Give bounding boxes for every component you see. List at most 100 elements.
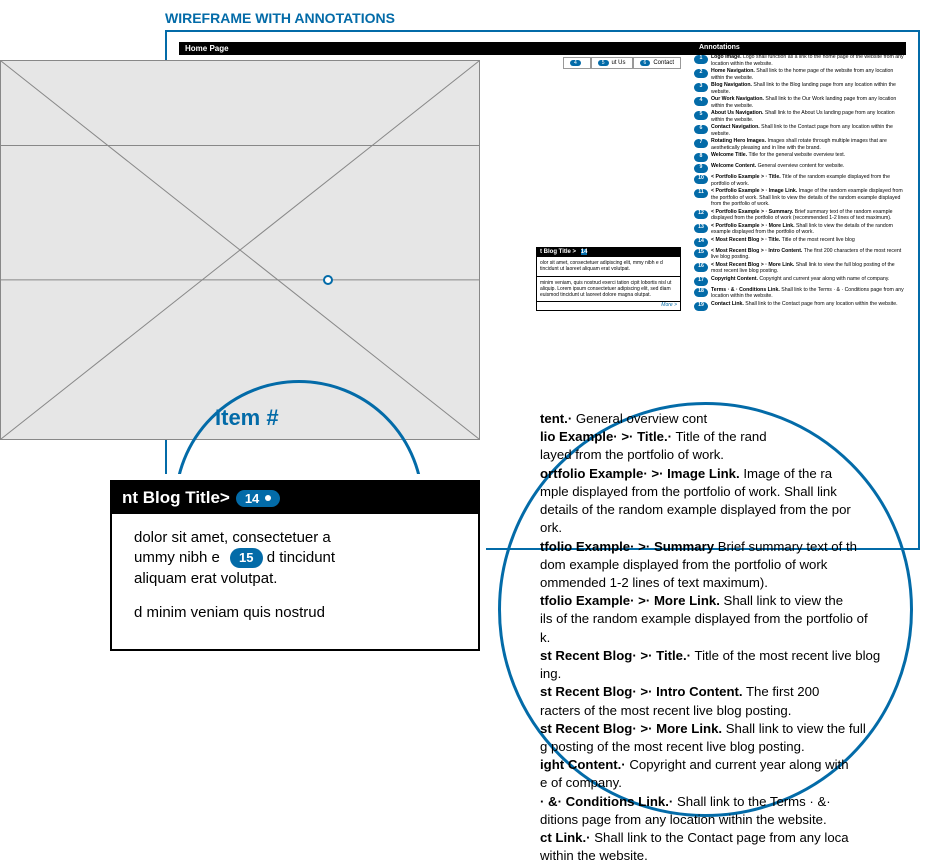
annotation-badge: 7	[694, 139, 708, 148]
annotation-badge-14: 14	[236, 490, 280, 507]
nav-item[interactable]: 5ut Us	[591, 57, 633, 69]
zoom-annotation-line: e of company.	[540, 774, 910, 792]
blog-line3: aliquam erat volutpat.	[134, 569, 456, 589]
zoom-annotation-line: ommended 1-2 lines of text maximum).	[540, 574, 910, 592]
annotation-badge: 4	[694, 97, 708, 106]
annotation-badge: 8	[694, 153, 708, 162]
zoom-annotation-line: tfolio Example· >· More Link. Shall link…	[540, 592, 910, 610]
mini-blog-p2: minim veniam, quis nostrud exerci tation…	[536, 277, 681, 303]
annotation-text: < Portfolio Example > · More Link. Shall…	[711, 223, 904, 236]
annotations-title: Annotations	[694, 42, 904, 53]
annotation-row: 16< Most Recent Blog > · More Link. Shal…	[694, 262, 904, 275]
section-heading: WIREFRAME WITH ANNOTATIONS	[165, 10, 395, 26]
annotation-zoom-text: tent.· General overview contlio Example·…	[540, 410, 910, 865]
annotation-row: 13< Portfolio Example > · More Link. Sha…	[694, 223, 904, 236]
annotation-row: 11< Portfolio Example > · Image Link. Im…	[694, 188, 904, 208]
annotation-text: Home Navigation. Shall link to the home …	[711, 68, 904, 81]
zoom-annotation-line: k.	[540, 629, 910, 647]
zoom-annotation-line: ils of the random example displayed from…	[540, 610, 910, 628]
zoom-annotation-line: racters of the most recent live blog pos…	[540, 702, 910, 720]
annotation-text: < Portfolio Example > · Image Link. Imag…	[711, 188, 904, 208]
zoom-annotation-line: within the website.	[540, 847, 910, 865]
zoom-annotation-line: dom example displayed from the portfolio…	[540, 556, 910, 574]
zoom-annotation-line: g posting of the most recent live blog p…	[540, 738, 910, 756]
annotation-badge-15: 15	[230, 548, 262, 568]
nav-item[interactable]: 6Contact	[633, 57, 681, 69]
annotation-text: Logo Image. Logo shall function as a lin…	[711, 54, 904, 67]
mini-blog-title: t Blog Title > 14	[536, 247, 681, 257]
annotation-row: 10< Portfolio Example > · Title. Title o…	[694, 174, 904, 187]
zoom-annotation-line: tfolio Example· >· Summary Brief summary…	[540, 538, 910, 556]
zoom-annotation-line: ing.	[540, 665, 910, 683]
annotation-badge: 5	[694, 111, 708, 120]
nav-item[interactable]: 4	[563, 57, 591, 69]
blog-card-zoom: nt Blog Title> 14 dolor sit amet, consec…	[110, 480, 480, 651]
mini-blog-text: olor sit amet, consectetuer adipiscing e…	[536, 257, 681, 277]
annotation-text: Copyright Content. Copyright and current…	[711, 276, 904, 286]
zoom-annotation-line: ortfolio Example· >· Image Link. Image o…	[540, 465, 910, 483]
annotation-row: 8Welcome Title. Title for the general we…	[694, 152, 904, 162]
annotation-badge: 16	[694, 263, 708, 272]
blog-card-header: nt Blog Title> 14	[112, 482, 478, 514]
annotation-badge: 10	[694, 175, 708, 184]
annotation-badge: 2	[694, 69, 708, 78]
annotation-text: Blog Navigation. Shall link to the Blog …	[711, 82, 904, 95]
annotation-row: 6Contact Navigation. Shall link to the C…	[694, 124, 904, 137]
annotation-badge: 11	[694, 189, 708, 198]
zoom-annotation-line: ct Link.· Shall link to the Contact page…	[540, 829, 910, 847]
annotation-badge: 14	[694, 238, 708, 247]
zoom-annotation-line: st Recent Blog· >· More Link. Shall link…	[540, 720, 910, 738]
annotation-text: Contact Navigation. Shall link to the Co…	[711, 124, 904, 137]
annotation-badge: 6	[694, 125, 708, 134]
zoom-annotation-line: ight Content.· Copyright and current yea…	[540, 756, 910, 774]
blog-line1: dolor sit amet, consectetuer a	[134, 528, 456, 548]
annotation-row: 4Our Work Navigation. Shall link to the …	[694, 96, 904, 109]
zoom-annotation-line: lio Example· >· Title.· Title of the ran…	[540, 428, 910, 446]
zoom-annotation-line: tent.· General overview cont	[540, 410, 910, 428]
annotation-text: Rotating Hero Images. Images shall rotat…	[711, 138, 904, 151]
annotation-badge: 15	[694, 249, 708, 258]
annotation-row: 19Contact Link. Shall link to the Contac…	[694, 301, 904, 311]
annotation-text: Welcome Content. General overview conten…	[711, 163, 904, 173]
zoom-annotation-line: · &· Conditions Link.· Shall link to the…	[540, 793, 910, 811]
annotation-badge: 12	[694, 210, 708, 219]
blog-line4: d minim veniam quis nostrud	[134, 603, 456, 623]
blog-card-body: dolor sit amet, consectetuer a ummy nibh…	[112, 514, 478, 649]
annotation-text: < Portfolio Example > · Summary. Brief s…	[711, 209, 904, 222]
zoom-annotation-line: st Recent Blog· >· Intro Content. The fi…	[540, 683, 910, 701]
annotation-row: 18Terms · & · Conditions Link. Shall lin…	[694, 287, 904, 300]
annotation-badge: 19	[694, 302, 708, 311]
annotation-row: 1Logo Image. Logo shall function as a li…	[694, 54, 904, 67]
zoom-annotation-line: mple displayed from the portfolio of wor…	[540, 483, 910, 501]
annotation-text: < Most Recent Blog > · More Link. Shall …	[711, 262, 904, 275]
zoom-annotation-line: st Recent Blog· >· Title.· Title of the …	[540, 647, 910, 665]
annotation-row: 2Home Navigation. Shall link to the home…	[694, 68, 904, 81]
annotation-text: Contact Link. Shall link to the Contact …	[711, 301, 904, 311]
annotation-row: 14< Most Recent Blog > · Title. Title of…	[694, 237, 904, 247]
annotation-row: 17Copyright Content. Copyright and curre…	[694, 276, 904, 286]
zoom-annotation-line: layed from the portfolio of work.	[540, 446, 910, 464]
annotation-text: Welcome Title. Title for the general web…	[711, 152, 904, 162]
blog-card-title-text: nt Blog Title>	[122, 488, 230, 508]
annotation-row: 5About Us Navigation. Shall link to the …	[694, 110, 904, 123]
mini-more-link[interactable]: More >	[536, 302, 681, 311]
zoom-annotation-line: details of the random example displayed …	[540, 501, 910, 519]
annotation-row: 9Welcome Content. General overview conte…	[694, 163, 904, 173]
annotation-badge: 17	[694, 277, 708, 286]
annotation-row: 3Blog Navigation. Shall link to the Blog…	[694, 82, 904, 95]
annotation-anchor-dot	[323, 275, 333, 285]
annotation-text: < Most Recent Blog > · Title. Title of t…	[711, 237, 904, 247]
mini-blog-card: t Blog Title > 14 olor sit amet, consect…	[536, 247, 681, 311]
annotation-text: Terms · & · Conditions Link. Shall link …	[711, 287, 904, 300]
annotation-row: 7Rotating Hero Images. Images shall rota…	[694, 138, 904, 151]
annotation-text: < Most Recent Blog > · Intro Content. Th…	[711, 248, 904, 261]
annotation-badge: 3	[694, 83, 708, 92]
zoom-annotation-line: ork.	[540, 519, 910, 537]
annotation-text: < Portfolio Example > · Title. Title of …	[711, 174, 904, 187]
annotation-badge: 9	[694, 164, 708, 173]
annotation-text: About Us Navigation. Shall link to the A…	[711, 110, 904, 123]
annotation-badge: 18	[694, 288, 708, 297]
item-number-label: Item #	[215, 405, 279, 431]
annotation-badge: 1	[694, 55, 708, 64]
annotations-panel: Annotations 1Logo Image. Logo shall func…	[694, 42, 904, 312]
